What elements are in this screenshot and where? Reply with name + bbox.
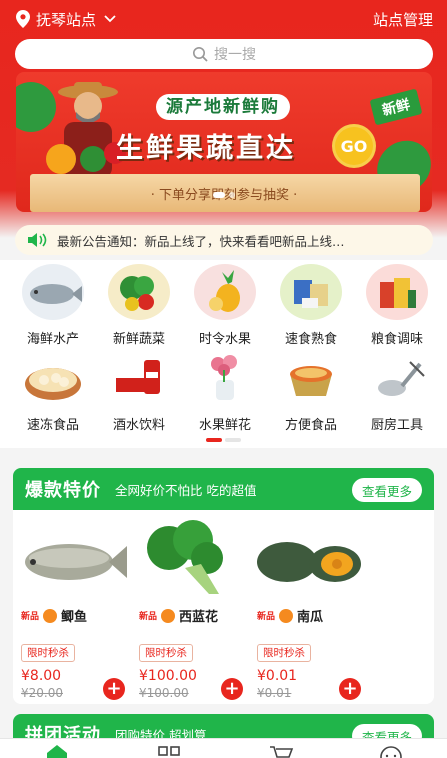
kitchen-tool-icon xyxy=(366,350,428,406)
notice-bar[interactable]: 最新公告通知：新品上线了，快来看看吧新品上线… xyxy=(15,225,433,255)
hot-deals-subtitle: 全网好价不怕比 吃的超值 xyxy=(115,482,257,498)
fire-icon xyxy=(279,608,294,623)
chevron-down-icon xyxy=(104,15,116,23)
product-price: ¥8.00 xyxy=(21,668,62,684)
crucian-fish-image xyxy=(25,544,127,580)
product-price: ¥100.00 xyxy=(139,668,197,684)
add-to-cart-button[interactable]: + xyxy=(221,678,243,700)
product-name-row: 新品 西蓝花 xyxy=(139,606,218,625)
hot-deals-section: 爆款特价 全网好价不怕比 吃的超值 查看更多 新品 鲫鱼 限时秒杀 ¥8.00 … xyxy=(13,468,434,704)
banner-title: 源产地新鲜购 xyxy=(156,94,290,120)
category-label: 方便食品 xyxy=(284,418,337,433)
fire-icon xyxy=(161,608,176,623)
fish-icon xyxy=(22,264,84,320)
location-selector[interactable]: 抚琴站点 xyxy=(16,9,116,30)
noodle-icon xyxy=(280,350,342,406)
home-icon[interactable] xyxy=(44,743,70,758)
new-tag: 新品 xyxy=(257,612,276,622)
category-label: 海鲜水产 xyxy=(26,332,79,347)
category-item[interactable]: 海鲜水产 xyxy=(10,262,96,352)
search-input[interactable]: 搜一搜 xyxy=(15,39,433,69)
category-label: 时令水果 xyxy=(198,332,251,347)
bottom-tab-bar xyxy=(0,738,447,758)
new-tag: 新品 xyxy=(139,612,158,622)
product-name: 南瓜 xyxy=(297,610,324,625)
dumpling-icon xyxy=(22,350,84,406)
hot-view-more-button[interactable]: 查看更多 xyxy=(352,478,422,502)
category-item[interactable]: 新鲜蔬菜 xyxy=(96,262,182,352)
instant-food-icon xyxy=(280,264,342,320)
hot-deals-title: 爆款特价 xyxy=(25,480,101,501)
category-label: 速食熟食 xyxy=(284,332,337,347)
banner-new-tag: 新鲜 xyxy=(369,88,423,126)
category-item[interactable]: 酒水饮料 xyxy=(96,348,182,438)
banner-go-button[interactable]: GO xyxy=(332,124,376,168)
product-name: 鲫鱼 xyxy=(61,610,88,625)
banner-indicator xyxy=(0,192,447,198)
flash-sale-tag: 限时秒杀 xyxy=(21,644,75,662)
speaker-icon xyxy=(28,233,47,247)
profile-icon[interactable] xyxy=(378,743,404,758)
category-page-dot xyxy=(225,438,241,442)
category-label: 酒水饮料 xyxy=(112,418,165,433)
banner-dot xyxy=(228,192,235,198)
category-item[interactable]: 速冻食品 xyxy=(10,348,96,438)
product-name-row: 新品 鲫鱼 xyxy=(21,606,87,625)
product-name: 西蓝花 xyxy=(179,610,219,625)
vegetable-illustration xyxy=(80,146,106,172)
category-label: 厨房工具 xyxy=(370,418,423,433)
category-item[interactable]: 水果鲜花 xyxy=(182,348,268,438)
promo-banner[interactable]: 源产地新鲜购 生鲜果蔬直达 GO 新鲜 · 下单分享即刻参与抽奖 · xyxy=(16,72,432,212)
category-item[interactable]: 时令水果 xyxy=(182,262,268,352)
product-card[interactable]: 新品 鲫鱼 限时秒杀 ¥8.00 ¥20.00 + xyxy=(17,518,129,700)
pumpkin-image xyxy=(257,542,361,582)
site-manage-link[interactable]: 站点管理 xyxy=(373,9,433,30)
product-name-row: 新品 南瓜 xyxy=(257,606,323,625)
category-item[interactable]: 方便食品 xyxy=(268,348,354,438)
add-to-cart-button[interactable]: + xyxy=(339,678,361,700)
fruit-icon xyxy=(194,264,256,320)
flash-sale-tag: 限时秒杀 xyxy=(257,644,311,662)
product-original-price: ¥100.00 xyxy=(139,686,189,700)
new-tag: 新品 xyxy=(21,612,40,622)
mango-illustration xyxy=(46,144,76,174)
top-bar: 抚琴站点 站点管理 xyxy=(0,0,447,38)
banner-dot-active xyxy=(212,192,225,198)
category-item[interactable]: 厨房工具 xyxy=(354,348,440,438)
flower-icon xyxy=(194,350,256,406)
cart-icon[interactable] xyxy=(268,743,294,758)
product-card[interactable]: 新品 南瓜 限时秒杀 ¥0.01 ¥0.01 + xyxy=(253,518,365,700)
location-name: 抚琴站点 xyxy=(36,10,97,29)
fire-icon xyxy=(43,608,58,623)
category-icon[interactable] xyxy=(156,743,182,758)
flash-sale-tag: 限时秒杀 xyxy=(139,644,193,662)
category-label: 粮食调味 xyxy=(370,332,423,347)
category-label: 速冻食品 xyxy=(26,418,79,433)
category-item[interactable]: 粮食调味 xyxy=(354,262,440,352)
product-original-price: ¥20.00 xyxy=(21,686,63,700)
category-grid: 海鲜水产 新鲜蔬菜 时令水果 速食熟食 粮食调味 速冻食品 酒水饮料 水果鲜花 … xyxy=(0,260,447,448)
category-label: 水果鲜花 xyxy=(198,418,251,433)
category-label: 新鲜蔬菜 xyxy=(112,332,165,347)
category-item[interactable]: 速食熟食 xyxy=(268,262,354,352)
vegetable-icon xyxy=(108,264,170,320)
product-price: ¥0.01 xyxy=(257,668,298,684)
search-icon xyxy=(193,47,208,62)
product-original-price: ¥0.01 xyxy=(257,686,292,700)
broccoli-image xyxy=(147,520,223,594)
category-page-dot-active xyxy=(206,438,222,442)
drink-icon xyxy=(108,350,170,406)
notice-text: 最新公告通知：新品上线了，快来看看吧新品上线… xyxy=(57,233,345,249)
add-to-cart-button[interactable]: + xyxy=(103,678,125,700)
location-pin-icon xyxy=(16,10,30,28)
category-pager xyxy=(206,438,241,442)
banner-headline: 生鲜果蔬直达 xyxy=(116,133,296,164)
product-card[interactable]: 新品 西蓝花 限时秒杀 ¥100.00 ¥100.00 + xyxy=(135,518,247,700)
grain-icon xyxy=(366,264,428,320)
search-placeholder: 搜一搜 xyxy=(214,47,256,63)
